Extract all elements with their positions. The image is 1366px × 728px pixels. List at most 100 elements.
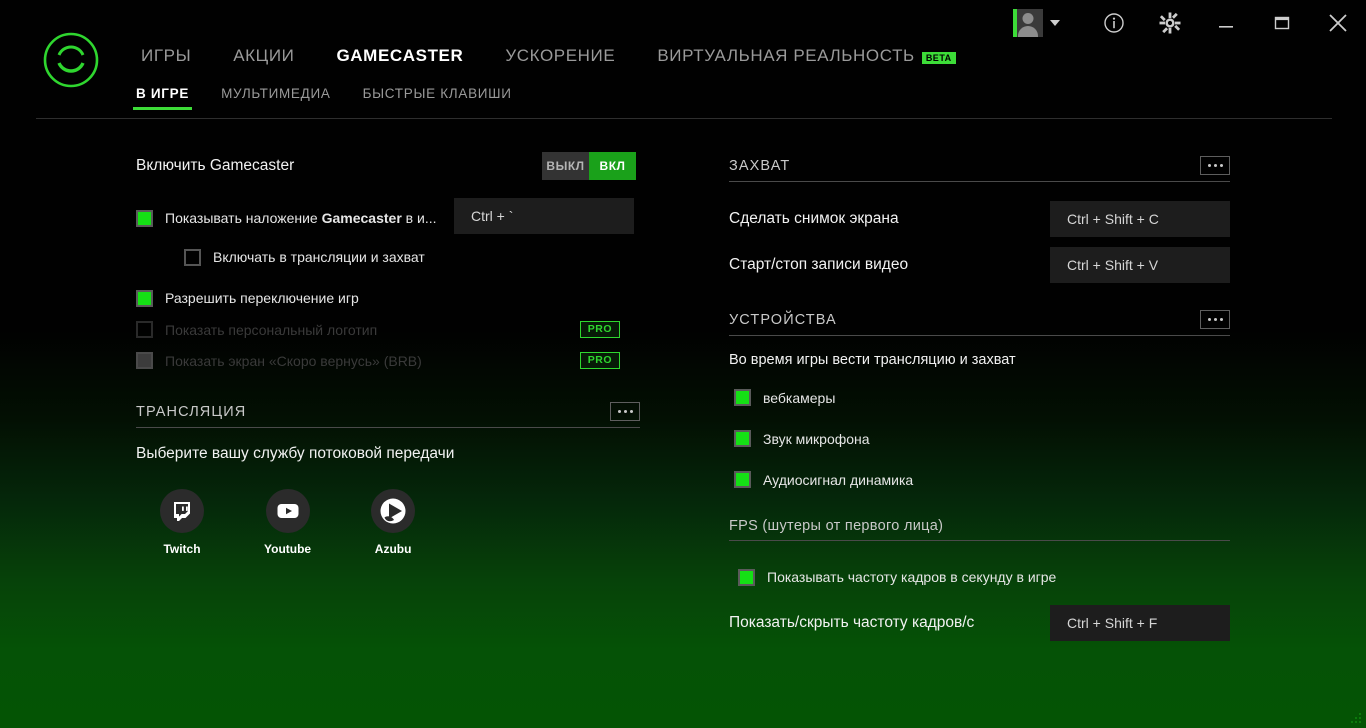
webcam-label: вебкамеры [763, 389, 836, 406]
account-menu[interactable] [1013, 9, 1060, 37]
minimize-button[interactable] [1198, 0, 1254, 46]
info-icon [1104, 13, 1124, 33]
azubu-icon [380, 498, 406, 524]
tab-multimedia[interactable]: МУЛЬТИМЕДИА [205, 86, 347, 110]
dot-icon [623, 410, 627, 413]
service-twitch[interactable]: Twitch [160, 489, 204, 556]
dot-icon [1219, 318, 1223, 321]
nav-label: УСКОРЕНИЕ [505, 46, 616, 65]
nav-label: ИГРЫ [141, 46, 192, 65]
brb-screen-row: Показать экран «Скоро вернусь» (BRB) PRO [136, 345, 636, 376]
broadcast-section: ТРАНСЛЯЦИЯ Выберите вашу службу потоково… [136, 402, 640, 556]
record-video-hotkey-input[interactable]: Ctrl + Shift + V [1050, 247, 1230, 283]
service-name: Azubu [374, 542, 412, 556]
include-broadcast-row: Включать в трансляции и захват [136, 240, 636, 274]
nav-divider [36, 118, 1332, 119]
personal-logo-checkbox [136, 321, 153, 338]
streaming-services-list: Twitch Youtube Azubu [160, 489, 640, 556]
maximize-icon [1274, 16, 1290, 30]
youtube-icon-wrap[interactable] [265, 489, 310, 533]
capture-menu-button[interactable] [1200, 156, 1230, 175]
sub-nav: В ИГРЕ МУЛЬТИМЕДИА БЫСТРЫЕ КЛАВИШИ [120, 86, 528, 110]
azubu-icon-wrap[interactable] [371, 489, 416, 533]
fps-hotkey-row: Показать/скрыть частоту кадров/с Ctrl + … [729, 599, 1230, 647]
fps-hotkey-input[interactable]: Ctrl + Shift + F [1050, 605, 1230, 641]
fps-section-title: FPS (шутеры от первого лица) [729, 518, 944, 534]
youtube-icon [277, 504, 299, 518]
speaker-label: Аудиосигнал динамика [763, 471, 914, 488]
show-overlay-row: Показывать наложение Gamecaster в и... C… [136, 196, 636, 240]
dot-icon [1213, 164, 1217, 167]
nav-item-deals[interactable]: АКЦИИ [212, 46, 315, 66]
brb-screen-checkbox [136, 352, 153, 369]
left-column: Включить Gamecaster ВЫКЛ ВКЛ Показывать … [136, 150, 640, 556]
twitch-icon-wrap[interactable] [160, 489, 204, 533]
overlay-label-suffix: в и... [401, 210, 437, 226]
broadcast-section-title: ТРАНСЛЯЦИЯ [136, 403, 247, 420]
pro-badge: PRO [579, 352, 620, 369]
gear-icon [1159, 12, 1181, 34]
capture-section-divider [729, 181, 1230, 182]
overlay-hotkey-input[interactable]: Ctrl + ` [454, 198, 634, 234]
broadcast-section-header: ТРАНСЛЯЦИЯ [136, 402, 640, 427]
enable-gamecaster-toggle[interactable]: ВЫКЛ ВКЛ [542, 152, 636, 180]
screenshot-hotkey-input[interactable]: Ctrl + Shift + C [1050, 201, 1230, 237]
nav-label: ВИРТУАЛЬНАЯ РЕАЛЬНОСТЬ [657, 46, 915, 65]
fps-section-divider [729, 540, 1230, 541]
fps-hotkey-label: Показать/скрыть частоту кадров/с [729, 614, 975, 631]
speaker-checkbox[interactable] [734, 471, 751, 488]
service-name: Twitch [163, 542, 201, 556]
devices-section-header: УСТРОЙСТВА [729, 310, 1230, 335]
overlay-label-prefix: Показывать наложение [165, 210, 322, 226]
nav-item-gamecaster[interactable]: GAMECASTER [315, 46, 484, 66]
nav-item-games[interactable]: ИГРЫ [120, 46, 212, 66]
service-youtube[interactable]: Youtube [264, 489, 311, 556]
fps-section: FPS (шутеры от первого лица) Показывать … [729, 518, 1230, 647]
info-button[interactable] [1086, 0, 1142, 46]
main-nav: ИГРЫ АКЦИИ GAMECASTER УСКОРЕНИЕ ВИРТУАЛЬ… [120, 46, 977, 66]
capture-section-header: ЗАХВАТ [729, 156, 1230, 181]
right-column: ЗАХВАТ Сделать снимок экрана Ctrl + Shif… [729, 150, 1230, 647]
avatar[interactable] [1013, 9, 1043, 37]
avatar-head-icon [1022, 13, 1034, 24]
show-overlay-checkbox[interactable] [136, 209, 153, 227]
resize-grip[interactable] [1349, 711, 1361, 723]
microphone-checkbox[interactable] [734, 430, 751, 447]
show-fps-checkbox[interactable] [738, 568, 755, 586]
show-fps-row: Показывать частоту кадров в секунду в иг… [729, 555, 1230, 599]
broadcast-section-divider [136, 427, 640, 428]
screenshot-label: Сделать снимок экрана [729, 210, 899, 227]
nav-item-booster[interactable]: УСКОРЕНИЕ [484, 46, 636, 66]
show-fps-label: Показывать частоту кадров в секунду в иг… [767, 569, 1057, 585]
tab-hotkeys[interactable]: БЫСТРЫЕ КЛАВИШИ [347, 86, 528, 110]
close-button[interactable] [1310, 0, 1366, 46]
tab-in-game[interactable]: В ИГРЕ [120, 86, 205, 110]
tab-label: МУЛЬТИМЕДИА [221, 86, 331, 101]
dot-icon [1207, 318, 1211, 321]
capture-section-title: ЗАХВАТ [729, 157, 791, 174]
chevron-down-icon[interactable] [1050, 20, 1060, 26]
avatar-body-icon [1018, 26, 1038, 37]
enable-gamecaster-label: Включить Gamecaster [136, 157, 295, 174]
service-azubu[interactable]: Azubu [371, 489, 416, 556]
include-broadcast-checkbox[interactable] [184, 248, 201, 266]
personal-logo-row: Показать персональный логотип PRO [136, 314, 636, 345]
allow-game-switch-label: Разрешить переключение игр [165, 290, 359, 306]
dot-icon [1213, 318, 1217, 321]
brb-screen-label: Показать экран «Скоро вернусь» (BRB) [165, 352, 422, 369]
devices-menu-button[interactable] [1200, 310, 1230, 329]
dot-icon [1219, 164, 1223, 167]
toggle-on-option[interactable]: ВКЛ [589, 152, 636, 180]
tab-label: БЫСТРЫЕ КЛАВИШИ [362, 86, 512, 101]
settings-button[interactable] [1142, 0, 1198, 46]
maximize-button[interactable] [1254, 0, 1310, 46]
webcam-checkbox[interactable] [734, 389, 751, 406]
allow-game-switch-checkbox[interactable] [136, 289, 153, 307]
nav-item-vr[interactable]: ВИРТУАЛЬНАЯ РЕАЛЬНОСТЬ BETA [636, 46, 976, 66]
razer-cortex-logo[interactable] [42, 31, 100, 89]
broadcast-menu-button[interactable] [610, 402, 640, 421]
webcam-row: вебкамеры [729, 377, 1230, 418]
close-icon [1329, 14, 1347, 32]
toggle-off-option[interactable]: ВЫКЛ [542, 152, 589, 180]
include-broadcast-label: Включать в трансляции и захват [213, 249, 425, 265]
